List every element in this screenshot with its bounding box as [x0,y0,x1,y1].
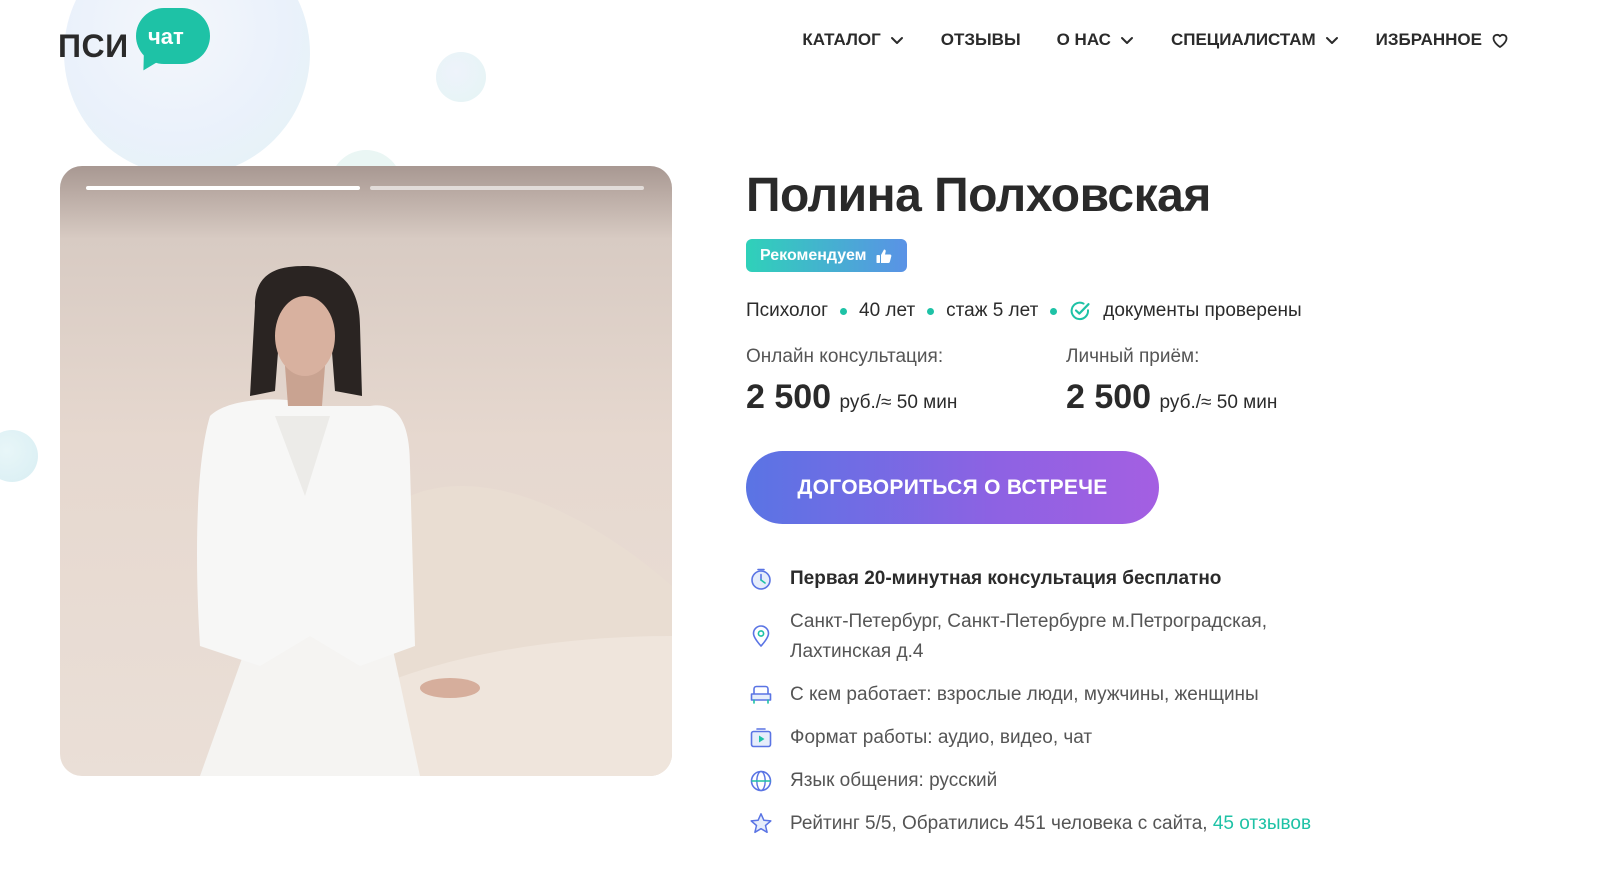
online-price: Онлайн консультация: 2 500 руб./≈ 50 мин [746,346,957,417]
language-text: Язык общения: русский [790,770,998,791]
nav-favorites[interactable]: ИЗБРАННОЕ [1376,30,1510,50]
nav-catalog[interactable]: КАТАЛОГ [802,30,904,50]
nav-reviews[interactable]: ОТЗЫВЫ [941,30,1021,50]
video-play-icon [750,728,772,748]
location-pin-icon [752,625,770,648]
in-person-price-unit: руб./≈ 50 мин [1159,392,1278,413]
reviews-link[interactable]: 45 отзывов [1213,813,1311,834]
in-person-price-value: 2 500 [1066,378,1152,416]
separator-dot [1050,307,1058,315]
in-person-price-label: Личный приём: [1066,346,1200,367]
globe-icon [750,770,772,792]
logo-text: ПСИ [58,28,129,64]
armchair-icon [750,685,772,704]
chevron-down-icon [1325,37,1338,44]
rating-text: Рейтинг 5/5, Обратились 451 человека с с… [790,813,1213,834]
nav-favorites-label: ИЗБРАННОЕ [1375,30,1482,49]
language-item: Язык общения: русский [748,768,997,796]
book-meeting-button[interactable]: ДОГОВОРИТЬСЯ О ВСТРЕЧЕ [746,451,1159,524]
documents-verified: документы проверены [1103,300,1302,321]
profession: Психолог [746,300,829,321]
thumbs-up-icon [876,249,891,263]
specialist-photo [197,266,672,776]
online-price-value: 2 500 [746,378,832,416]
main-nav: КАТАЛОГ ОТЗЫВЫ О НАС СПЕЦИАЛИСТАМ ИЗБРАН… [802,30,1510,50]
clients-item: С кем работает: взрослые люди, мужчины, … [748,682,1259,710]
format-item: Формат работы: аудио, видео, чат [748,725,1092,753]
in-person-price: Личный приём: 2 500 руб./≈ 50 мин [1066,346,1277,417]
nav-reviews-label: ОТЗЫВЫ [940,30,1021,49]
logo-bubble-text: чат [148,24,184,49]
free-consultation-item: Первая 20-минутная консультация бесплатн… [748,566,1221,594]
specialist-name: Полина Полховская [746,169,1211,222]
address-line-2: Лахтинская д.4 [790,641,924,662]
separator-dot [840,307,848,315]
specialist-meta: Психолог 40 лет стаж 5 лет документы про… [746,300,1302,322]
experience: стаж 5 лет [946,300,1039,321]
check-circle-icon [1070,301,1090,321]
nav-specialists[interactable]: СПЕЦИАЛИСТАМ [1171,30,1340,50]
gallery-indicator-active[interactable] [86,186,360,190]
recommended-badge: Рекомендуем [746,239,907,272]
chevron-down-icon [890,37,903,44]
clients-text: С кем работает: взрослые люди, мужчины, … [790,684,1259,705]
nav-about[interactable]: О НАС [1057,30,1135,50]
free-consultation-text: Первая 20-минутная консультация бесплатн… [790,568,1222,589]
chevron-down-icon [1120,37,1133,44]
online-price-label: Онлайн консультация: [746,346,944,367]
gallery-indicator[interactable] [370,186,644,190]
decorative-bubble [436,52,486,102]
recommended-badge-label: Рекомендуем [760,246,867,264]
heart-icon [1492,33,1508,48]
address-text: Санкт-Петербург, Санкт-Петербурге м.Петр… [790,607,1267,667]
online-price-unit: руб./≈ 50 мин [839,392,958,413]
star-icon [750,813,772,834]
age: 40 лет [859,300,916,321]
site-logo[interactable]: ПСИ чат [58,8,218,78]
nav-catalog-label: КАТАЛОГ [802,30,881,49]
rating-item: Рейтинг 5/5, Обратились 451 человека с с… [748,811,1311,839]
nav-specialists-label: СПЕЦИАЛИСТАМ [1170,30,1316,49]
specialist-photo-gallery[interactable] [60,166,672,776]
decorative-bubble [0,430,38,482]
address-line-1: Санкт-Петербург, Санкт-Петербурге м.Петр… [790,611,1267,632]
timer-icon [751,568,771,590]
format-text: Формат работы: аудио, видео, чат [790,727,1093,748]
address-item: Санкт-Петербург, Санкт-Петербурге м.Петр… [748,609,1267,667]
separator-dot [927,307,935,315]
nav-about-label: О НАС [1056,30,1111,49]
